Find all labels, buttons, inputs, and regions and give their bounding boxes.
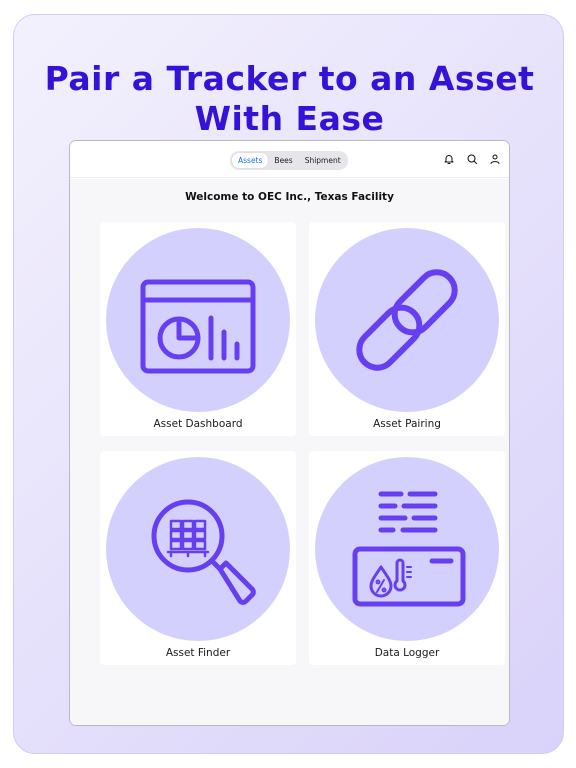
welcome-title: Welcome to OEC Inc., Texas Facility — [185, 191, 394, 203]
user-icon[interactable] — [489, 153, 501, 165]
card-circle — [106, 228, 290, 412]
data-logger-icon — [352, 491, 466, 607]
card-circle — [315, 228, 499, 412]
card-circle — [315, 457, 499, 641]
tab-shipment[interactable]: Shipment — [299, 153, 347, 168]
magnifier-pallet-icon — [151, 499, 256, 605]
main-content: Welcome to OEC Inc., Texas Facility Asse… — [70, 179, 509, 725]
card-asset-pairing[interactable]: Asset Pairing — [309, 222, 505, 436]
chain-link-icon — [356, 269, 458, 371]
segmented-control: Assets Bees Shipment — [230, 151, 348, 170]
card-label: Asset Pairing — [373, 418, 441, 430]
top-bar: Assets Bees Shipment — [70, 141, 509, 178]
bell-icon[interactable] — [443, 153, 455, 165]
card-label: Asset Dashboard — [153, 418, 243, 430]
card-label: Asset Finder — [165, 647, 231, 659]
headline-line-1: Pair a Tracker to an Asset — [44, 59, 535, 98]
tab-assets[interactable]: Assets — [232, 153, 269, 168]
top-icons — [443, 153, 501, 165]
dashboard-chart-icon — [140, 279, 256, 374]
card-asset-finder[interactable]: Asset Finder — [100, 451, 296, 665]
tab-bees[interactable]: Bees — [268, 153, 298, 168]
promo-headline: Pair a Tracker to an Asset With Ease — [14, 59, 565, 139]
card-label: Data Logger — [374, 647, 440, 659]
headline-line-2: With Ease — [194, 99, 385, 138]
card-asset-dashboard[interactable]: Asset Dashboard — [100, 222, 296, 436]
card-circle — [106, 457, 290, 641]
promo-frame: Pair a Tracker to an Asset With Ease Ass… — [13, 14, 564, 754]
search-icon[interactable] — [466, 153, 478, 165]
card-data-logger[interactable]: Data Logger — [309, 451, 505, 665]
device-screen: Assets Bees Shipment Welcome to OEC Inc.… — [69, 140, 510, 726]
